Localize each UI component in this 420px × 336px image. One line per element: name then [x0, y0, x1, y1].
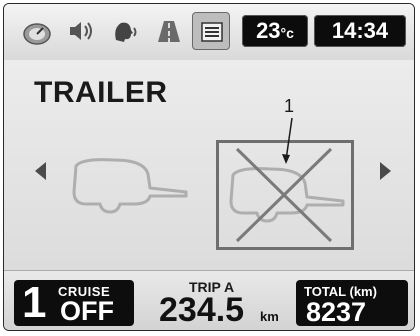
temperature-unit: °c [280, 25, 294, 41]
trailer-icon [72, 158, 188, 214]
total-value: 8237 [306, 297, 367, 327]
chevron-left-icon [35, 162, 46, 180]
trip-value: 234.5 [159, 291, 245, 329]
clock-display: 14:34 [314, 15, 406, 47]
bottom-info-bar: 1 CRUISE OFF TRIP A 234.5 km TOTAL (km) … [4, 270, 414, 330]
next-arrow[interactable] [378, 158, 394, 190]
trip-unit: km [260, 309, 279, 324]
voice-icon[interactable] [106, 12, 144, 50]
clock-time: 14:34 [331, 18, 389, 43]
callout-pointer [282, 117, 293, 164]
odometer-panel: TOTAL (km) 8237 [296, 280, 408, 327]
gear-indicator: 1 [22, 278, 47, 327]
speedometer-icon[interactable] [18, 12, 56, 50]
page-title: TRAILER [34, 76, 168, 109]
top-status-bar: 23°c 14:34 [4, 4, 414, 61]
cruise-status: OFF [60, 296, 114, 326]
previous-arrow[interactable] [32, 158, 48, 190]
temperature-value: 23 [256, 18, 281, 43]
road-icon[interactable] [150, 12, 188, 50]
speaker-icon[interactable] [62, 12, 100, 50]
cluster-display: 23°c 14:34 TRAILER 1 1 CRUISE OFF TRIP A… [3, 3, 415, 331]
cruise-panel: 1 CRUISE OFF [14, 280, 134, 326]
temperature-display: 23°c [242, 15, 308, 47]
chevron-right-icon [380, 162, 391, 180]
trailer-option-attached[interactable] [64, 152, 194, 219]
callout-number: 1 [284, 96, 295, 116]
menu-list-icon[interactable] [192, 12, 230, 50]
trailer-screen: TRAILER 1 [4, 60, 414, 270]
